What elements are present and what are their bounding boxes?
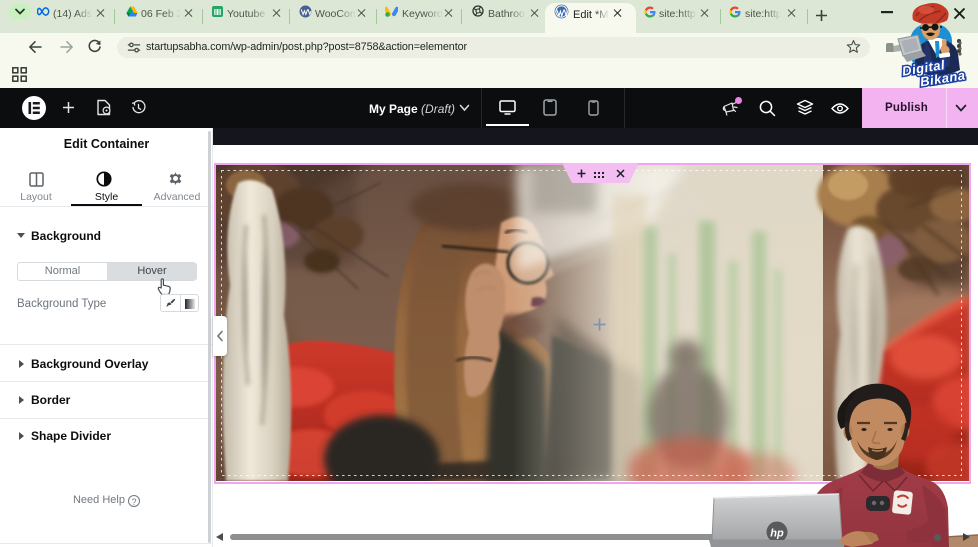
svg-text:hp: hp: [770, 528, 784, 540]
